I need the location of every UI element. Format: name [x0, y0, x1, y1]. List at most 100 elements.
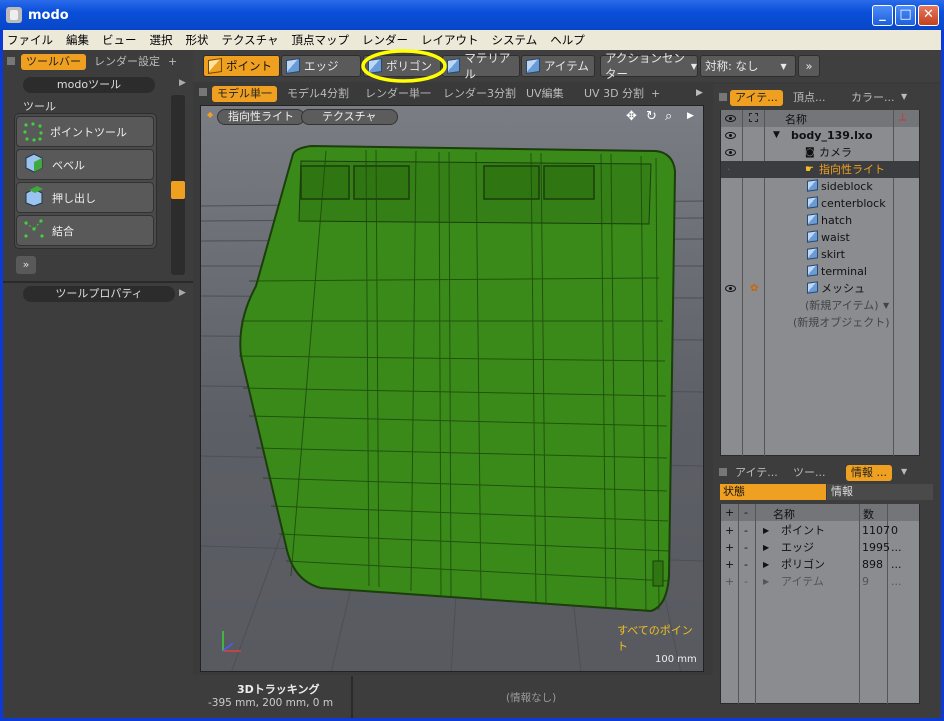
visibility-eye-icon[interactable]	[725, 149, 736, 156]
tab-tools[interactable]: ツー...	[788, 465, 831, 481]
tab-render-settings[interactable]: レンダー設定	[89, 54, 165, 70]
chevron-right-icon[interactable]: ▶	[696, 88, 703, 98]
info-subtab[interactable]: 情報	[827, 484, 933, 500]
minimize-button[interactable]: _	[872, 5, 893, 26]
remove-icon[interactable]: -	[744, 522, 748, 539]
hidden-dot-icon[interactable]: ·	[727, 161, 731, 178]
dropdown-arrow-icon[interactable]: ▼	[901, 92, 907, 101]
merge-tool-button[interactable]: 結合	[16, 215, 154, 246]
item-row-mesh[interactable]: waist	[723, 229, 919, 246]
menu-file[interactable]: ファイル	[7, 32, 53, 48]
tab-items[interactable]: アイテ...	[730, 90, 783, 106]
symmetry-dropdown[interactable]: 対称: なし ▼	[700, 55, 796, 77]
tab-toolbar[interactable]: ツールバー	[21, 54, 86, 70]
tab-uv-3d-split[interactable]: UV 3D 分割	[579, 86, 649, 102]
item-row-camera[interactable]: ◙ カメラ	[723, 144, 919, 161]
edge-mode-button[interactable]: エッジ	[281, 55, 361, 77]
add-icon[interactable]: +	[725, 522, 734, 539]
texture-button[interactable]: テクスチャ	[301, 109, 398, 125]
action-center-dropdown[interactable]: アクションセンター ▼	[600, 51, 698, 81]
modo-tools-header[interactable]: modoツール	[23, 77, 155, 93]
maximize-button[interactable]: □	[895, 5, 916, 26]
visibility-eye-icon[interactable]	[725, 285, 736, 292]
add-view-tab-icon[interactable]: +	[646, 86, 665, 102]
item-row-light-selected[interactable]: · ☛ 指向性ライト	[721, 161, 919, 178]
add-icon[interactable]: +	[725, 556, 734, 573]
expand-triangle-icon[interactable]: ▶	[763, 556, 769, 573]
stat-row-points[interactable]: + - ▶ ポイント 1107 0	[721, 522, 919, 539]
menu-system[interactable]: システム	[492, 32, 538, 48]
chevron-right-icon[interactable]: ▶	[179, 288, 186, 298]
pan-icon[interactable]: ✥	[626, 109, 637, 124]
expand-triangle-icon[interactable]: ▶	[763, 539, 769, 556]
menu-edit[interactable]: 編集	[66, 32, 89, 48]
item-row-mesh[interactable]: terminal	[723, 263, 919, 280]
add-tab-icon[interactable]: +	[163, 54, 182, 70]
new-item-row[interactable]: (新規アイテム) ▼	[723, 297, 919, 314]
visibility-eye-icon[interactable]	[725, 115, 736, 122]
add-icon[interactable]: +	[725, 539, 734, 556]
item-row-mesh[interactable]: ✿ メッシュ	[723, 280, 919, 297]
menu-vertex-map[interactable]: 頂点マップ	[292, 32, 350, 48]
expand-all-icon[interactable]: +	[725, 506, 734, 519]
tab-uv-edit[interactable]: UV編集	[521, 86, 569, 102]
menu-view[interactable]: ビュー	[102, 32, 137, 48]
lock-icon[interactable]	[749, 113, 758, 122]
tab-render-triple[interactable]: レンダー3分割	[438, 86, 521, 102]
viewport-menu-icon[interactable]: ◆	[207, 110, 215, 119]
chevron-right-icon[interactable]: ▶	[687, 111, 694, 121]
stat-row-edges[interactable]: + - ▶ エッジ 1995 ...	[721, 539, 919, 556]
menu-select[interactable]: 選択	[150, 32, 173, 48]
dropdown-arrow-icon[interactable]: ▼	[883, 297, 889, 314]
material-mode-button[interactable]: マテリアル	[442, 51, 520, 81]
item-row-body[interactable]: ▼ body_139.lxo	[723, 127, 919, 144]
expand-triangle-icon[interactable]: ▶	[763, 522, 769, 539]
zoom-icon[interactable]: ⌕	[665, 109, 672, 124]
item-row-mesh[interactable]: hatch	[723, 212, 919, 229]
directional-light-button[interactable]: 指向性ライト	[217, 109, 305, 125]
item-row-mesh[interactable]: sideblock	[723, 178, 919, 195]
tool-properties-header[interactable]: ツールプロパティ	[23, 286, 175, 302]
collapse-all-icon[interactable]: -	[744, 506, 748, 519]
item-row-mesh[interactable]: skirt	[723, 246, 919, 263]
tab-vertex[interactable]: 頂点...	[788, 90, 831, 106]
tab-render-single[interactable]: レンダー単一	[360, 86, 436, 102]
expand-triangle-icon[interactable]: ▶	[763, 573, 769, 590]
point-tool-button[interactable]: ポイントツール	[16, 116, 154, 147]
tools-scroll-thumb[interactable]	[171, 181, 185, 199]
more-tools-button[interactable]: »	[16, 256, 36, 274]
tab-info[interactable]: 情報 ...	[846, 465, 892, 481]
tab-model-single[interactable]: モデル単一	[212, 86, 277, 102]
stat-row-polygons[interactable]: + - ▶ ポリゴン 898 ...	[721, 556, 919, 573]
item-mode-button[interactable]: アイテム	[521, 55, 595, 77]
add-icon[interactable]: +	[725, 573, 734, 590]
stat-row-items[interactable]: + - ▶ アイテム 9 ...	[721, 573, 919, 590]
panel-grip-icon[interactable]	[719, 468, 727, 476]
new-object-row[interactable]: (新規オブジェクト)	[723, 314, 919, 331]
menu-texture[interactable]: テクスチャ	[222, 32, 279, 48]
bevel-tool-button[interactable]: ベベル	[16, 149, 154, 180]
remove-icon[interactable]: -	[744, 556, 748, 573]
tab-items-2[interactable]: アイテ...	[730, 465, 783, 481]
point-mode-button[interactable]: ポイント	[203, 55, 280, 77]
item-row-mesh[interactable]: centerblock	[723, 195, 919, 212]
rotate-icon[interactable]: ↻	[646, 109, 657, 124]
close-button[interactable]: ✕	[918, 5, 939, 26]
material-icon[interactable]: ✿	[750, 280, 758, 297]
3d-viewport[interactable]: ◆ 指向性ライト テクスチャ ✥ ↻ ⌕ ▶ すべてのポイント 100 mm	[200, 105, 704, 672]
remove-icon[interactable]: -	[744, 573, 748, 590]
visibility-eye-icon[interactable]	[725, 132, 736, 139]
panel-grip-icon[interactable]	[7, 57, 15, 65]
panel-grip-icon[interactable]	[719, 93, 727, 101]
extrude-tool-button[interactable]: 押し出し	[16, 182, 154, 213]
more-toolbar-button[interactable]: »	[798, 55, 820, 77]
state-subtab[interactable]: 状態	[720, 484, 826, 500]
expand-triangle-icon[interactable]: ▼	[773, 127, 780, 144]
remove-icon[interactable]: -	[744, 539, 748, 556]
menu-help[interactable]: ヘルプ	[550, 32, 585, 48]
panel-grip-icon[interactable]	[199, 88, 207, 96]
tab-color[interactable]: カラー...	[846, 90, 900, 106]
menu-geometry[interactable]: 形状	[186, 32, 209, 48]
tab-model-quad[interactable]: モデル4分割	[282, 86, 354, 102]
dropdown-arrow-icon[interactable]: ▼	[901, 467, 907, 476]
